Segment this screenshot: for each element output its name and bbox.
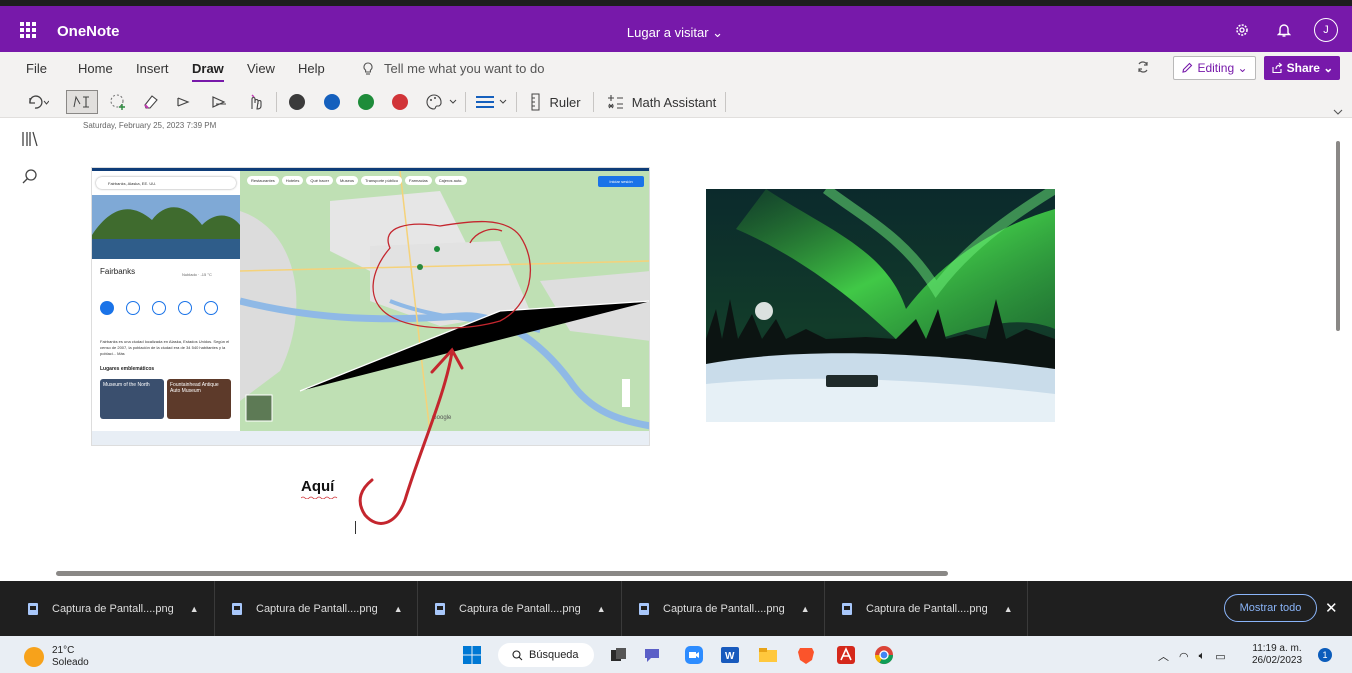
zoom-icon[interactable]: [684, 645, 704, 665]
download-item-1[interactable]: Captura de Pantall....png ▲: [28, 581, 199, 636]
file-icon: [435, 602, 445, 615]
text-cursor: [355, 521, 356, 534]
word-icon[interactable]: W: [720, 645, 740, 665]
file-icon: [842, 602, 852, 615]
chevron-up-icon[interactable]: ︿: [1158, 648, 1169, 664]
download-item-4[interactable]: Captura de Pantall....png ▲: [639, 581, 810, 636]
clock-time: 11:19 a. m.: [1252, 643, 1302, 654]
horizontal-scrollbar[interactable]: [56, 571, 948, 576]
system-tray[interactable]: ︿ ◠ 🔈︎ ▭: [1158, 648, 1226, 664]
weather-temp: 21°C: [52, 645, 75, 656]
spellcheck-underline: [301, 496, 338, 499]
onenote-window: OneNote Lugar a visitar ⌄ J File Home In…: [0, 0, 1352, 673]
download-filename: Captura de Pantall....png: [459, 602, 581, 615]
taskbar-search[interactable]: Búsqueda: [498, 643, 594, 667]
search-icon: [512, 649, 523, 660]
download-filename: Captura de Pantall....png: [52, 602, 174, 615]
chat-icon[interactable]: [642, 645, 662, 665]
download-item-3[interactable]: Captura de Pantall....png ▲: [435, 581, 606, 636]
windows-start-icon[interactable]: [462, 645, 482, 665]
file-icon: [232, 602, 242, 615]
ink-text-aqui[interactable]: Aquí: [301, 478, 334, 495]
caret-up-icon[interactable]: ▲: [801, 604, 810, 614]
acrobat-icon[interactable]: [836, 645, 856, 665]
download-bar: Captura de Pantall....png ▲ Captura de Pa…: [0, 581, 1352, 636]
caret-up-icon[interactable]: ▲: [190, 604, 199, 614]
download-item-2[interactable]: Captura de Pantall....png ▲: [232, 581, 403, 636]
vertical-scrollbar[interactable]: [1336, 141, 1340, 331]
download-filename: Captura de Pantall....png: [256, 602, 378, 615]
brave-browser-icon[interactable]: [796, 645, 816, 665]
taskbar-clock[interactable]: 11:19 a. m. 26/02/2023: [1252, 643, 1302, 667]
download-filename: Captura de Pantall....png: [866, 602, 988, 615]
file-explorer-icon[interactable]: [758, 645, 778, 665]
caret-up-icon[interactable]: ▲: [597, 604, 606, 614]
file-icon: [639, 602, 649, 615]
wifi-icon[interactable]: ◠: [1179, 650, 1189, 663]
download-filename: Captura de Pantall....png: [663, 602, 785, 615]
battery-icon[interactable]: ▭: [1215, 650, 1225, 663]
chrome-icon[interactable]: [874, 645, 894, 665]
taskbar-search-label: Búsqueda: [529, 649, 579, 661]
close-icon[interactable]: ✕: [1325, 599, 1338, 617]
file-icon: [28, 602, 38, 615]
caret-up-icon[interactable]: ▲: [394, 604, 403, 614]
svg-text:W: W: [725, 651, 735, 662]
weather-condition: Soleado: [52, 657, 89, 668]
download-item-5[interactable]: Captura de Pantall....png ▲: [842, 581, 1013, 636]
caret-up-icon[interactable]: ▲: [1004, 604, 1013, 614]
task-view-icon[interactable]: [608, 645, 628, 665]
notification-badge[interactable]: 1: [1318, 648, 1332, 662]
clock-date: 26/02/2023: [1252, 655, 1303, 666]
show-all-downloads-button[interactable]: Mostrar todo: [1224, 594, 1317, 622]
windows-taskbar: 21°C Soleado Búsqueda W ︿ ◠ 🔈︎ ▭ 11:19 a…: [0, 636, 1352, 673]
weather-widget[interactable]: 21°C Soleado: [24, 645, 89, 669]
volume-icon[interactable]: 🔈︎: [1199, 650, 1206, 663]
sun-icon: [24, 647, 44, 667]
